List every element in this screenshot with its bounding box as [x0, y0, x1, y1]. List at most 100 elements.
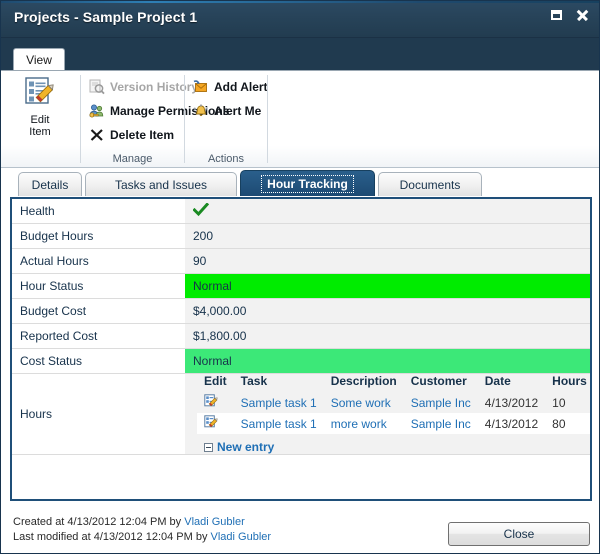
edit-row-icon[interactable]	[204, 415, 219, 432]
delete-item-icon	[89, 127, 105, 143]
hours-row-hours-cell: 10	[552, 395, 566, 410]
field-value-reported-cost: $1,800.00	[185, 323, 590, 349]
hours-col-customer: Customer	[410, 374, 467, 388]
hours-row-date-cell: 4/13/2012	[477, 413, 546, 434]
close-icon	[576, 9, 588, 21]
hours-row-task-cell: Sample task 1	[234, 392, 324, 413]
field-row-hour-status: Hour Status Normal	[12, 273, 590, 299]
field-row-hours: Hours Edit Task Description Customer Dat…	[12, 373, 590, 455]
edit-item-icon	[23, 75, 57, 112]
modified-prefix: Last modified at 4/13/2012 12:04 PM by	[13, 531, 211, 543]
close-button-label: Close	[503, 527, 535, 541]
hours-col-hours: Hours	[552, 374, 587, 388]
tab-strip: Details Tasks and Issues Hour Tracking D…	[1, 170, 600, 200]
hours-row-customer-cell: Sample Inc	[404, 392, 478, 413]
modified-line: Last modified at 4/13/2012 12:04 PM by V…	[13, 530, 271, 545]
ribbon-tab-view[interactable]: View	[13, 48, 65, 71]
close-window-button[interactable]	[573, 7, 591, 23]
restore-icon	[550, 10, 562, 20]
expand-icon[interactable]	[204, 442, 213, 452]
add-alert-command[interactable]: Add Alert	[193, 77, 268, 97]
group-label-actions: Actions	[207, 153, 245, 165]
group-separator-1	[80, 75, 81, 163]
cost-status-badge: Normal	[185, 349, 590, 373]
tab-tasks-and-issues[interactable]: Tasks and Issues	[85, 172, 237, 196]
tab-tasks-and-issues-label: Tasks and Issues	[114, 177, 208, 192]
manage-permissions-icon	[89, 103, 105, 119]
health-check-icon	[192, 201, 210, 220]
field-value-budget-hours: 200	[185, 223, 590, 249]
hour-status-badge: Normal	[185, 274, 590, 298]
hours-row-customer-link[interactable]: Sample Inc	[411, 396, 471, 410]
edit-item-button[interactable]: Edit Item	[9, 75, 71, 149]
field-label-actual-hours: Actual Hours	[12, 248, 185, 274]
hour-tracking-panel: Health Budget Hours 200 Actual Hours 90	[10, 197, 592, 501]
new-entry-row: New entry	[204, 440, 582, 454]
title-bar: Projects - Sample Project 1	[1, 1, 599, 38]
delete-item-label: Delete Item	[110, 128, 175, 142]
add-alert-label: Add Alert	[214, 80, 268, 94]
restore-button[interactable]	[547, 7, 565, 23]
fields-table: Health Budget Hours 200 Actual Hours 90	[12, 199, 590, 455]
modified-by-link[interactable]: Vladi Gubler	[211, 531, 272, 543]
group-label-manage: Manage	[112, 153, 153, 165]
delete-item-command[interactable]: Delete Item	[89, 125, 174, 145]
ribbon: View Edit Item Version History Manage Pe…	[1, 38, 599, 168]
hours-row-description-cell: Some work	[324, 392, 404, 413]
field-value-hours: Edit Task Description Customer Date Hour…	[185, 373, 590, 455]
edit-row-icon[interactable]	[204, 394, 219, 411]
field-label-reported-cost: Reported Cost	[12, 323, 185, 349]
hours-col-description: Description	[330, 374, 397, 388]
group-separator-2	[184, 75, 185, 163]
hours-row-task-link[interactable]: Sample task 1	[241, 417, 317, 431]
field-label-health: Health	[12, 199, 185, 224]
ribbon-body: Edit Item Version History Manage Permiss…	[1, 70, 599, 168]
version-history-icon	[89, 79, 105, 95]
hours-row-description-link[interactable]: more work	[331, 417, 387, 431]
ribbon-tab-view-label: View	[26, 53, 52, 67]
tab-details-label: Details	[31, 177, 69, 192]
project-dialog-window: Projects - Sample Project 1 View Edit It…	[0, 0, 600, 554]
hours-row-customer-cell: Sample Inc	[403, 413, 478, 434]
field-row-reported-cost: Reported Cost $1,800.00	[12, 323, 590, 349]
hours-col-task: Task	[240, 374, 268, 388]
alert-me-command[interactable]: Alert Me	[193, 101, 261, 121]
tab-hour-tracking[interactable]: Hour Tracking	[240, 170, 375, 196]
group-separator-3	[267, 75, 268, 163]
field-value-budget-cost: $4,000.00	[185, 298, 590, 324]
hours-row-customer-link[interactable]: Sample Inc	[411, 417, 471, 431]
created-by-link[interactable]: Vladi Gubler	[184, 516, 245, 528]
field-value-health	[185, 199, 590, 224]
title-bar-accent	[1, 1, 599, 3]
hours-row-hours-cell: 80	[545, 413, 590, 434]
field-label-budget-hours: Budget Hours	[12, 223, 185, 249]
new-entry-link[interactable]: New entry	[217, 440, 274, 454]
tab-hour-tracking-label: Hour Tracking	[261, 174, 354, 193]
add-alert-icon	[193, 79, 209, 95]
hours-grid-header-row: Edit Task Description Customer Date Hour…	[197, 374, 590, 392]
hours-grid: Edit Task Description Customer Date Hour…	[197, 374, 590, 434]
field-value-actual-hours: 90	[185, 248, 590, 274]
field-label-hours: Hours	[12, 373, 185, 455]
field-value-hour-status: Normal	[185, 273, 590, 299]
alert-me-label: Alert Me	[214, 104, 262, 118]
hours-row-task-link[interactable]: Sample task 1	[241, 396, 317, 410]
close-button[interactable]: Close	[448, 522, 590, 546]
audit-info: Created at 4/13/2012 12:04 PM by Vladi G…	[13, 515, 271, 545]
hours-row-task-cell: Sample task 1	[233, 413, 324, 434]
hours-row-date-cell: 4/13/2012	[484, 395, 539, 410]
hours-row-description-link[interactable]: Some work	[331, 396, 391, 410]
table-row: Sample task 1 more work Sample Inc 4/13/…	[197, 413, 590, 434]
field-label-hour-status: Hour Status	[12, 273, 185, 299]
tab-details[interactable]: Details	[18, 172, 82, 196]
version-history-command[interactable]: Version History	[89, 77, 198, 97]
table-row: Sample task 1 Some work Sample Inc 4/13/…	[197, 392, 590, 413]
field-row-health: Health	[12, 199, 590, 224]
tab-documents[interactable]: Documents	[378, 172, 482, 196]
hours-row-edit-cell[interactable]	[197, 413, 234, 434]
hours-row-description-cell: more work	[323, 413, 404, 434]
field-row-cost-status: Cost Status Normal	[12, 348, 590, 374]
hours-row-edit-cell[interactable]	[197, 392, 234, 413]
field-row-actual-hours: Actual Hours 90	[12, 248, 590, 274]
field-label-budget-cost: Budget Cost	[12, 298, 185, 324]
